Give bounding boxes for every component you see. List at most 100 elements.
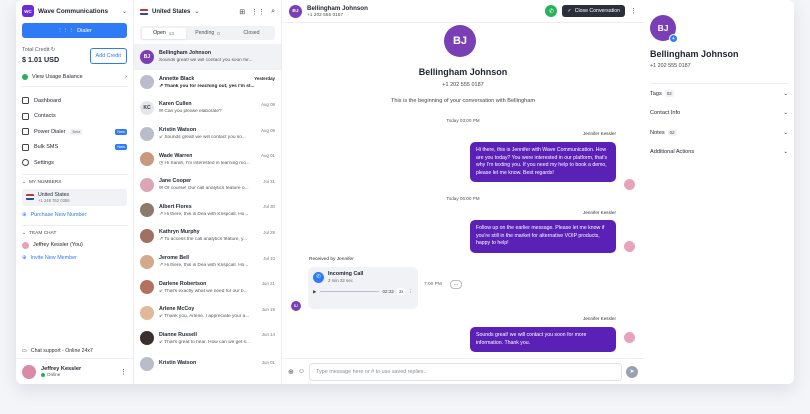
sidebar-item-bulk-sms[interactable]: Bulk SMS New (22, 140, 127, 156)
conversation-preview: ↗ Hi there, this is Dea with Krispcall. … (159, 211, 249, 217)
message-input[interactable]: Type message here or # to use saved repl… (309, 362, 622, 381)
sidebar-nav: Dashboard Contacts Power Dialer Beta New… (22, 93, 127, 171)
conversation-body: Albert Flores Jul 30 ↗ Hi there, this is D… (159, 204, 275, 217)
more-icon[interactable]: ⋮ (120, 368, 127, 376)
tab-open[interactable]: Open 13 (141, 27, 186, 39)
message-options-button[interactable]: ··· (450, 280, 462, 289)
speed-button[interactable]: 2x (396, 288, 406, 295)
plus-circle-icon: ⊕ (22, 254, 27, 261)
dialpad-icon[interactable]: ⋮⋮ (251, 8, 265, 16)
conversation-item[interactable]: Wade Warren Aug 01 ◷ Hi Sarah, I'm interes… (134, 146, 281, 172)
list-header: United States ⌄ ⊞ ⋮⋮ ⌕ (134, 0, 281, 23)
chat-header: BJ Bellingham Johnson +1 202 555 0187 ✆ … (282, 0, 644, 23)
contact-name: Bellingham Johnson (307, 4, 368, 12)
search-icon[interactable]: ⌕ (271, 8, 275, 16)
details-contact-name: Bellingham Johnson (650, 49, 739, 59)
conversation-item[interactable]: Arlene McCoy Jun 19 ↙ Thank you, Arlene. I… (134, 300, 281, 326)
chevron-down-icon: ⌄ (783, 129, 788, 136)
sidebar-item-dashboard[interactable]: Dashboard (22, 93, 127, 109)
conversation-item[interactable]: BJ Bellingham Johnson Sounds great! we wil… (134, 44, 281, 70)
outgoing-message: Sounds great! we will contact you soon f… (470, 327, 616, 353)
refresh-icon[interactable]: ↻ (51, 47, 56, 53)
current-user[interactable]: Jeffrey Kessler Online ⋮ (16, 358, 133, 384)
conversation-item[interactable]: Kathryn Murphy Jul 29 ↗ To access the call… (134, 223, 281, 249)
conversation-body: Kristin Watson Aug 09 ↙ Sounds great! we w… (159, 127, 275, 140)
more-icon[interactable]: ⋮ (408, 289, 413, 295)
conversation-preview: ↗ Hi there, this is Dea with Krispcall. … (159, 263, 249, 269)
conversation-name: Bellingham Johnson (159, 50, 212, 57)
conversation-date: Aug 01 (261, 153, 275, 159)
conversation-item[interactable]: Kristin Watson Aug 09 ↙ Sounds great! we w… (134, 121, 281, 147)
conversation-item[interactable]: Albert Flores Jul 30 ↗ Hi there, this is D… (134, 198, 281, 224)
conversation-date: Jun 19 (261, 306, 275, 312)
emoji-icon[interactable]: ☺ (298, 368, 305, 375)
conversation-name: Kristin Watson (159, 359, 197, 366)
my-numbers-header[interactable]: ⌄ MY NUMBERS (22, 180, 127, 185)
conversation-body: Arlene McCoy Jun 19 ↙ Thank you, Arlene. I… (159, 306, 275, 319)
conversation-body: Kathryn Murphy Jul 29 ↗ To access the call… (159, 229, 275, 242)
sidebar-item-settings[interactable]: Settings (22, 155, 127, 171)
purchase-number-link[interactable]: ⊕ Purchase New Number (22, 212, 127, 218)
conversation-item[interactable]: Kristin Watson Jun 01 (134, 351, 281, 377)
add-icon[interactable]: ⊕ (288, 368, 294, 376)
avatar (22, 241, 29, 249)
my-number-item[interactable]: United States +1 248 762 0356 (22, 188, 127, 206)
sidebar-item-power-dialer[interactable]: Power Dialer Beta New (22, 124, 127, 140)
conversation-item[interactable]: Jane Cooper Jul 31 ✉ Of course! Our call a… (134, 172, 281, 198)
audio-progress-bar[interactable] (319, 290, 380, 293)
number-selector[interactable]: United States (152, 9, 190, 15)
conversation-body: Wade Warren Aug 01 ◷ Hi Sarah, I'm interes… (159, 153, 275, 166)
chat-panel: BJ Bellingham Johnson +1 202 555 0187 ✆ … (282, 0, 644, 384)
workspace-switcher[interactable]: WC Wave Communications ⌄ (22, 0, 127, 22)
conversation-start-text: This is the beginning of your conversati… (391, 98, 535, 104)
add-photo-icon[interactable]: + (669, 34, 678, 43)
team-chat-header[interactable]: ⌄ TEAM CHAT (22, 231, 127, 236)
conversation-preview: ◷ Hi Sarah, I'm interested in learning m… (159, 160, 250, 166)
chevron-down-icon: ⌄ (22, 179, 27, 185)
tab-closed[interactable]: Closed (230, 28, 274, 39)
conversation-name: Wade Warren (159, 152, 193, 159)
sidebar-item-contacts[interactable]: Contacts (22, 109, 127, 125)
number-value: +1 248 762 0356 (38, 197, 70, 203)
add-credit-button[interactable]: Add Credit (89, 47, 127, 64)
sidebar-item-label: Dashboard (34, 97, 61, 104)
dialer-button[interactable]: ⋮⋮⋮ Dialer (22, 23, 127, 38)
tab-pending[interactable]: Pending 0 (186, 28, 230, 39)
conversation-item[interactable]: Jerome Bell Jul 10 ↗ Hi there, this is Dea… (134, 249, 281, 275)
conversation-date: Jun 14 (261, 332, 275, 338)
invite-member-link[interactable]: ⊕ Invite New Member (22, 255, 127, 261)
conversation-item[interactable]: Darlene Robertson Jun 21 ↙ That's exactly … (134, 274, 281, 300)
avatar: BJ + (650, 15, 678, 43)
avatar (140, 305, 154, 320)
more-icon[interactable]: ⋮ (630, 7, 637, 15)
power-dialer-icon (22, 128, 29, 136)
team-member-item[interactable]: Jeffrey Kessler (You) (22, 241, 127, 249)
message-thread: BJ Bellingham Johnson +1 202 555 0187 Th… (282, 23, 644, 384)
conversation-item[interactable]: KC Karen Cullen Aug 09 ✉ Can you please ela… (134, 95, 281, 121)
conversation-body: Annette Black Yesterday ↗ Thank you for re… (159, 76, 275, 89)
send-button[interactable]: ➤ (626, 365, 638, 378)
conversation-item[interactable]: Dianne Russell Jun 14 ↙ That's great to he… (134, 326, 281, 352)
conversation-date: Jul 30 (263, 204, 275, 210)
call-button[interactable]: ✆ (545, 5, 558, 17)
sidebar-item-label: Settings (34, 159, 54, 166)
beta-badge: Beta (70, 128, 83, 135)
section-contact-info[interactable]: Contact Info ⌄ (650, 104, 788, 124)
message-sender: Jennifer Kessler (583, 316, 616, 321)
chevron-down-icon: ⌄ (22, 230, 27, 236)
conversation-preview: ✉ Can you please elaborate? (159, 109, 222, 115)
new-message-icon[interactable]: ⊞ (239, 8, 245, 16)
date-separator: Today 03:00 PM (446, 118, 480, 123)
call-time: 7:00 PM (424, 282, 442, 287)
play-icon[interactable]: ▶ (313, 289, 317, 295)
usage-balance-link[interactable]: View Usage Balance › (22, 74, 127, 87)
close-conversation-button[interactable]: ✓ Close Conversation (562, 5, 625, 17)
section-additional-actions[interactable]: Additional Actions ⌄ (650, 143, 788, 163)
conversation-name: Annette Black (159, 75, 195, 82)
section-tags[interactable]: Tags 02 ⌄ (650, 84, 788, 104)
conversation-item[interactable]: Annette Black Yesterday ↗ Thank you for re… (134, 70, 281, 96)
sidebar: WC Wave Communications ⌄ ⋮⋮⋮ Dialer Tota… (16, 0, 134, 384)
usage-icon (22, 74, 28, 80)
section-notes[interactable]: Notes 02 ⌄ (650, 123, 788, 143)
chat-support-link[interactable]: ▭ Chat support - Online 24x7 (22, 348, 127, 354)
